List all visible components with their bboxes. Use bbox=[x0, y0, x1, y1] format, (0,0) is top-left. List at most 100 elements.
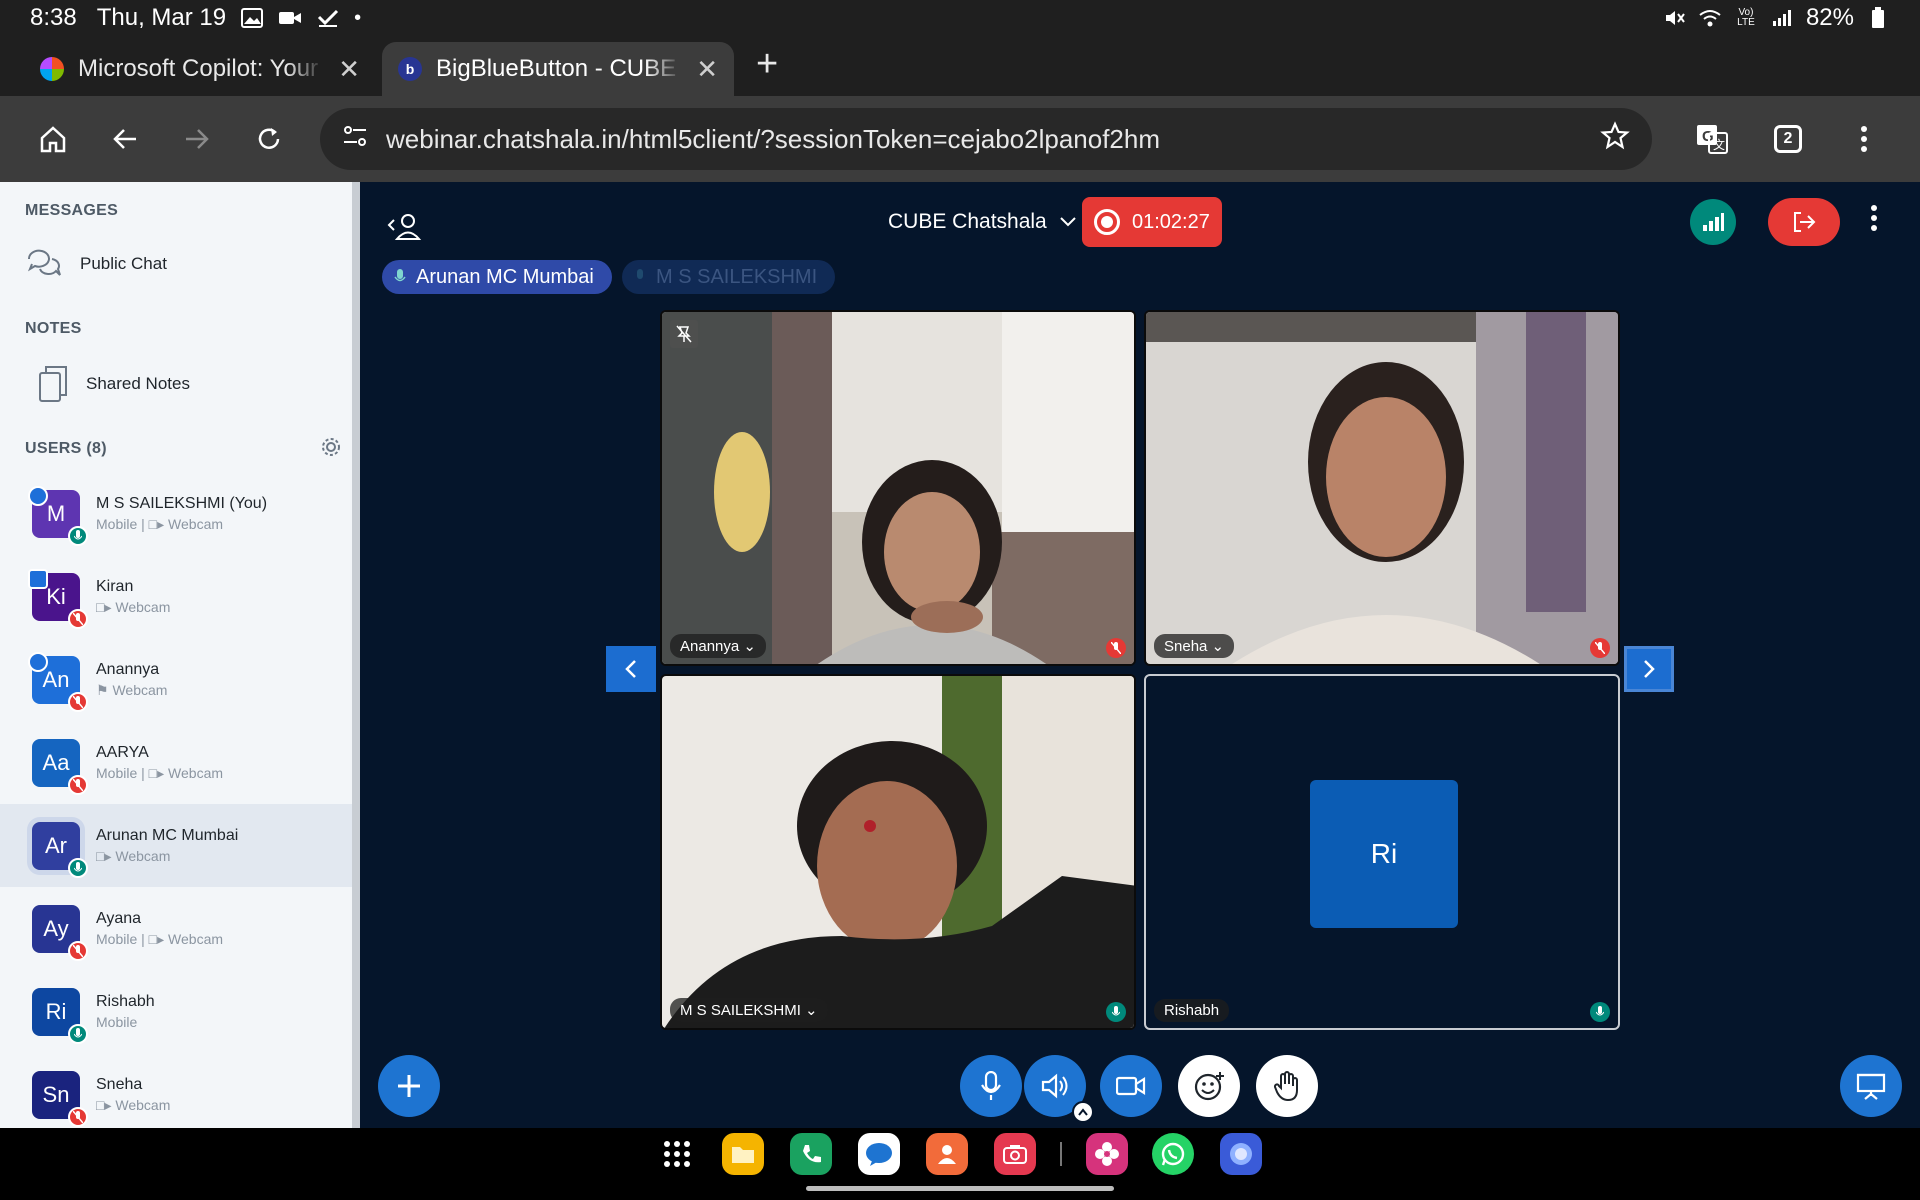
video-name-tag[interactable]: M S SAILEKSHMI ⌄ bbox=[670, 998, 828, 1022]
close-tab-icon[interactable]: ✕ bbox=[338, 54, 360, 85]
browser-app-icon[interactable] bbox=[1220, 1133, 1262, 1175]
forward-arrow-icon bbox=[186, 129, 209, 149]
reactions-button[interactable] bbox=[1178, 1055, 1240, 1117]
notes-section-title: NOTES bbox=[25, 320, 82, 337]
connection-status-button[interactable] bbox=[1690, 199, 1736, 245]
users-section-title: USERS (8) bbox=[25, 440, 107, 457]
raise-hand-button[interactable] bbox=[1256, 1055, 1318, 1117]
user-list-item[interactable]: Ri Rishabh Mobile bbox=[0, 970, 352, 1053]
battery-percent: 82% bbox=[1805, 4, 1854, 31]
user-list-item[interactable]: Aa AARYA Mobile | □▸ Webcam bbox=[0, 721, 352, 804]
share-webcam-button[interactable] bbox=[1100, 1055, 1162, 1117]
new-tab-button[interactable]: + bbox=[756, 43, 778, 86]
translate-button[interactable]: G文 bbox=[1680, 110, 1744, 168]
audio-options-chevron-icon[interactable] bbox=[1072, 1101, 1094, 1123]
recording-indicator[interactable]: 01:02:27 bbox=[1082, 197, 1222, 247]
user-list-item[interactable]: Ay Ayana Mobile | □▸ Webcam bbox=[0, 887, 352, 970]
audio-settings-button[interactable] bbox=[1024, 1055, 1094, 1123]
tab-copilot[interactable]: Microsoft Copilot: Your AI ✕ bbox=[24, 42, 376, 96]
user-device: Mobile bbox=[96, 1014, 138, 1030]
mute-microphone-button[interactable] bbox=[960, 1055, 1022, 1117]
avatar-initials: M bbox=[46, 500, 66, 526]
session-title-button[interactable]: CUBE Chatshala bbox=[888, 202, 1077, 242]
gallery-notification-icon bbox=[240, 6, 264, 30]
microphone-icon bbox=[981, 1071, 1001, 1100]
phone-app-icon[interactable] bbox=[790, 1133, 832, 1175]
avatar: Sn bbox=[32, 1070, 88, 1127]
avatar-initials: Ri bbox=[45, 998, 67, 1024]
bookmark-star-icon[interactable] bbox=[1600, 120, 1630, 158]
video-tile[interactable]: Ri Rishabh bbox=[1144, 674, 1620, 1030]
messages-app-icon[interactable] bbox=[858, 1133, 900, 1175]
meeting-options-button[interactable] bbox=[1870, 204, 1878, 237]
tab-switcher-button[interactable]: 2 bbox=[1756, 110, 1820, 168]
messages-section-title: MESSAGES bbox=[25, 202, 119, 219]
user-list-item[interactable]: An Anannya ⚑ Webcam bbox=[0, 638, 352, 721]
url-text[interactable]: webinar.chatshala.in/html5client/?sessio… bbox=[386, 124, 1600, 155]
reload-button[interactable] bbox=[240, 110, 298, 168]
user-list-item[interactable]: M M S SAILEKSHMI (You) Mobile | □▸ Webca… bbox=[0, 472, 352, 555]
camera-app-icon[interactable] bbox=[994, 1133, 1036, 1175]
gallery-app-icon[interactable] bbox=[1086, 1133, 1128, 1175]
user-list-item[interactable]: Ki Kiran □▸ Webcam bbox=[0, 555, 352, 638]
public-chat-item[interactable]: Public Chat bbox=[0, 246, 167, 282]
close-tab-icon[interactable]: ✕ bbox=[696, 54, 718, 85]
video-tile[interactable]: Anannya ⌄ bbox=[660, 310, 1136, 666]
whatsapp-app-icon[interactable] bbox=[1152, 1133, 1194, 1175]
avatar: An bbox=[28, 651, 88, 712]
pin-icon[interactable] bbox=[670, 320, 698, 348]
mic-off-icon bbox=[1590, 638, 1610, 658]
mic-on-icon bbox=[68, 525, 88, 546]
actions-plus-button[interactable] bbox=[378, 1055, 440, 1117]
browser-toolbar: webinar.chatshala.in/html5client/?sessio… bbox=[0, 96, 1920, 182]
mic-icon bbox=[394, 269, 406, 282]
contacts-app-icon[interactable] bbox=[926, 1133, 968, 1175]
leave-meeting-button[interactable] bbox=[1768, 198, 1840, 246]
mic-off-icon bbox=[1106, 638, 1126, 658]
signal-bars-icon bbox=[1703, 213, 1724, 231]
talking-user-name: M S SAILEKSHMI bbox=[656, 265, 818, 288]
mic-off-icon bbox=[68, 774, 88, 795]
app-drawer-icon[interactable] bbox=[656, 1133, 698, 1175]
files-app-icon[interactable] bbox=[722, 1133, 764, 1175]
user-device: Mobile | □▸ Webcam bbox=[96, 930, 224, 947]
talking-indicator[interactable]: Arunan MC Mumbai bbox=[382, 260, 612, 294]
video-name-tag[interactable]: Sneha ⌄ bbox=[1154, 634, 1235, 658]
browser-menu-button[interactable] bbox=[1832, 110, 1896, 168]
presentation-icon bbox=[1856, 1073, 1886, 1100]
tab-count: 2 bbox=[1774, 125, 1802, 153]
video-name-tag[interactable]: Rishabh bbox=[1154, 999, 1230, 1022]
plus-icon bbox=[398, 1075, 420, 1097]
site-settings-icon[interactable] bbox=[342, 124, 368, 155]
sidebar-scrollbar[interactable] bbox=[352, 182, 360, 1128]
taskbar-dock bbox=[0, 1128, 1920, 1200]
presentation-button[interactable] bbox=[1840, 1055, 1902, 1117]
video-user-name: Anannya bbox=[680, 638, 740, 655]
forward-button[interactable] bbox=[168, 110, 226, 168]
back-button[interactable] bbox=[96, 110, 154, 168]
previous-page-button[interactable] bbox=[606, 646, 656, 692]
leave-icon bbox=[1794, 212, 1816, 232]
tab-bigbluebutton[interactable]: b BigBlueButton - CUBE Cha ✕ bbox=[382, 42, 734, 96]
next-page-button[interactable] bbox=[1624, 646, 1674, 692]
toggle-userlist-button[interactable] bbox=[386, 212, 422, 245]
user-name: Sneha bbox=[96, 1075, 143, 1093]
video-name-tag[interactable]: Anannya ⌄ bbox=[670, 634, 766, 658]
home-button[interactable] bbox=[24, 110, 82, 168]
user-name: M S SAILEKSHMI (You) bbox=[96, 494, 268, 512]
video-notification-icon bbox=[278, 6, 302, 30]
video-tile[interactable]: Sneha ⌄ bbox=[1144, 310, 1620, 666]
home-gesture-bar[interactable] bbox=[806, 1186, 1114, 1191]
user-list-item[interactable]: Ar Arunan MC Mumbai □▸ Webcam bbox=[0, 804, 352, 887]
user-list-item[interactable]: Sn Sneha □▸ Webcam bbox=[0, 1053, 352, 1128]
talking-indicator[interactable]: M S SAILEKSHMI bbox=[622, 260, 836, 294]
video-tile[interactable]: M S SAILEKSHMI ⌄ bbox=[660, 674, 1136, 1030]
shared-notes-item[interactable]: Shared Notes bbox=[0, 364, 190, 404]
user-list-toggle-icon bbox=[387, 214, 422, 240]
user-settings-gear-icon[interactable] bbox=[320, 436, 342, 463]
avatar: Ki bbox=[28, 568, 88, 629]
task-notification-icon bbox=[316, 6, 340, 30]
dock-divider bbox=[1060, 1142, 1062, 1166]
video-user-name: M S SAILEKSHMI bbox=[680, 1002, 801, 1019]
address-bar[interactable]: webinar.chatshala.in/html5client/?sessio… bbox=[320, 108, 1652, 170]
